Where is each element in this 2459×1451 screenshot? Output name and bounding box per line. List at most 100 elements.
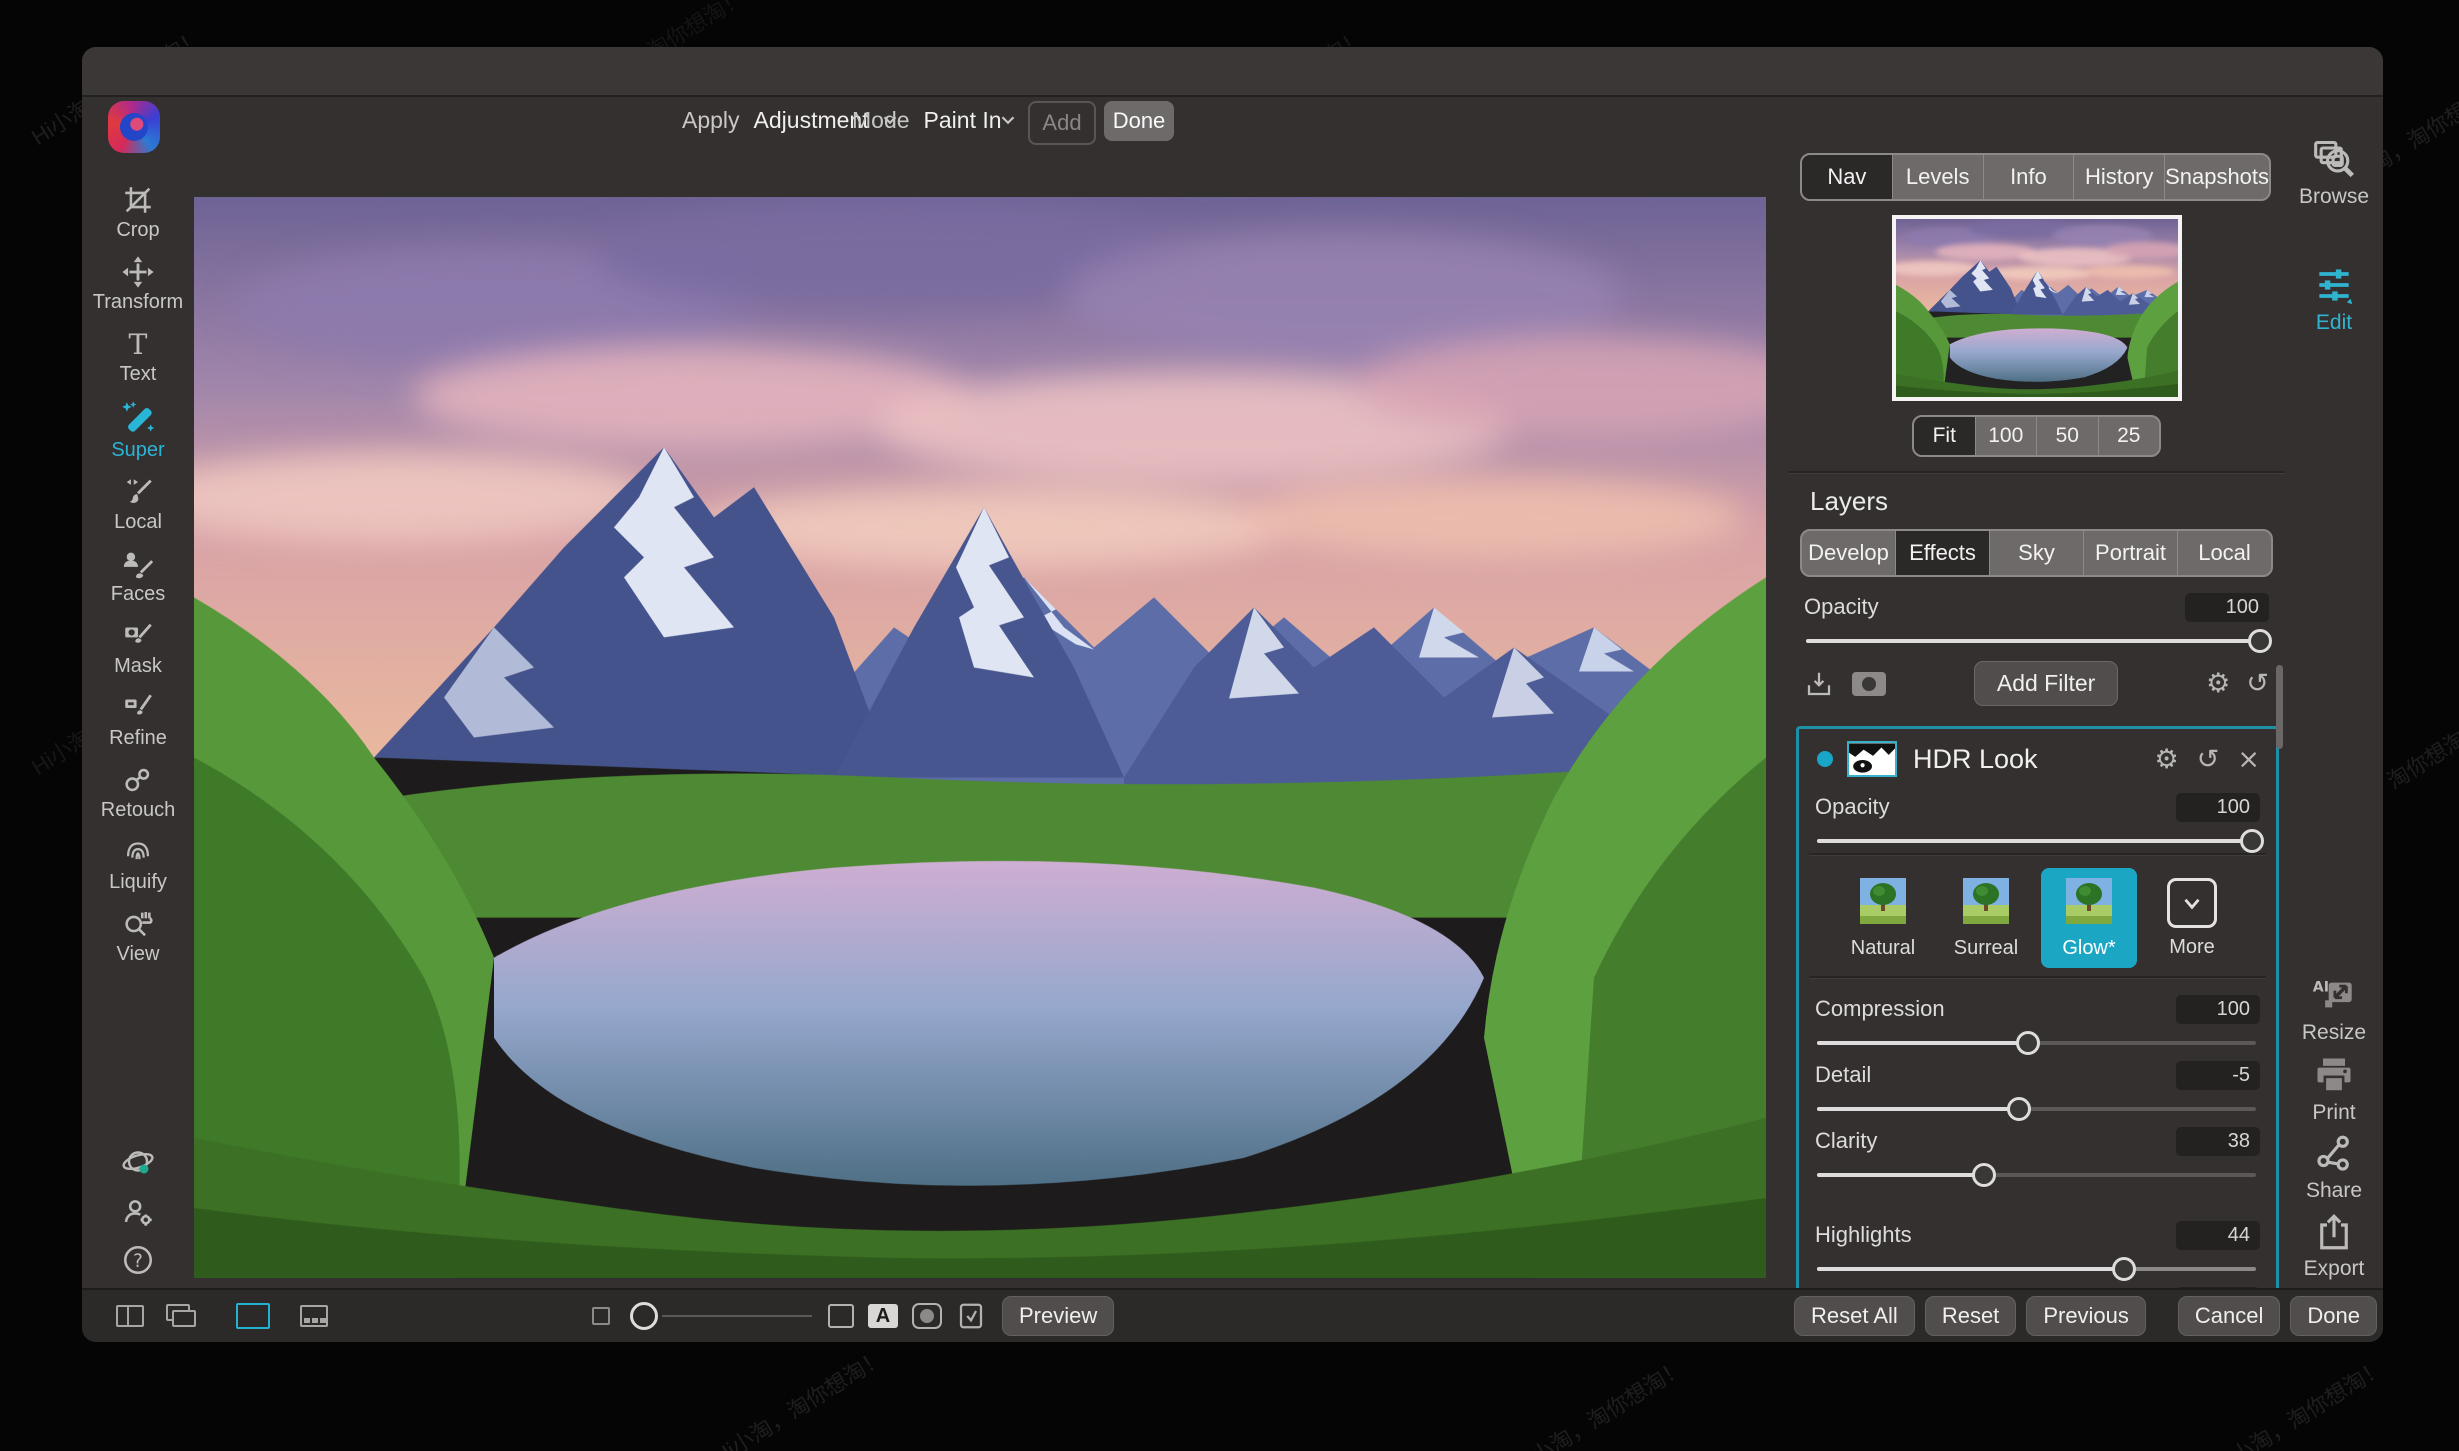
resize-button[interactable]: AI Resize	[2285, 973, 2383, 1045]
panel-scrollbar[interactable]	[2276, 665, 2283, 749]
tool-mask[interactable]: Mask	[82, 619, 194, 678]
tool-transform[interactable]: Transform	[82, 255, 194, 314]
tab-history[interactable]: History	[2074, 155, 2166, 199]
slider-knob[interactable]	[2248, 629, 2273, 653]
reset-button[interactable]: Reset	[1924, 1296, 2017, 1336]
dual-display-icon[interactable]	[166, 1304, 196, 1328]
mode-chevron-down-icon[interactable]	[997, 109, 1019, 131]
slider-track[interactable]	[1817, 1257, 2256, 1281]
slider-track[interactable]	[1817, 1031, 2256, 1055]
tab-local[interactable]: Local	[2178, 531, 2271, 575]
tab-effects[interactable]: Effects	[1896, 531, 1990, 575]
slider-knob[interactable]	[2006, 1097, 2031, 1121]
tool-text[interactable]: T Text	[82, 327, 194, 386]
module-tabs: Develop Effects Sky Portrait Local	[1800, 529, 2273, 577]
hdr-reset-icon[interactable]: ↺	[2197, 746, 2220, 773]
print-button[interactable]: Print	[2285, 1053, 2383, 1125]
text-icon: T	[129, 328, 148, 361]
account-settings-button[interactable]	[82, 1195, 194, 1234]
tab-snapshots[interactable]: Snapshots	[2165, 155, 2269, 199]
preset-more[interactable]: More	[2144, 868, 2240, 968]
mask-preview-icon[interactable]	[1852, 671, 1886, 696]
zoom-25[interactable]: 25	[2099, 417, 2160, 455]
tool-retouch[interactable]: Retouch	[82, 763, 194, 822]
add-filter-button[interactable]: Add Filter	[1973, 661, 2119, 706]
tool-faces[interactable]: Faces	[82, 547, 194, 606]
edit-mode-button[interactable]: Edit	[2285, 263, 2383, 335]
slider-knob[interactable]	[2239, 829, 2264, 853]
soft-proof-checkbox[interactable]	[592, 1307, 610, 1325]
opacity-value[interactable]: 100	[2185, 592, 2269, 622]
show-mask-icon[interactable]	[912, 1303, 942, 1329]
slider-track[interactable]	[1817, 829, 2264, 853]
preset-natural[interactable]: Natural	[1835, 868, 1931, 968]
effects-reset-icon[interactable]: ↺	[2246, 670, 2269, 697]
layers-opacity-slider: Opacity 100	[1788, 591, 2285, 653]
import-preset-icon[interactable]	[1804, 669, 1834, 699]
slider-track[interactable]	[1806, 629, 2273, 653]
slider-value[interactable]: 100	[2176, 994, 2260, 1024]
slider-track[interactable]	[1817, 1163, 2256, 1187]
detail-view-icon[interactable]	[236, 1303, 270, 1329]
slider-knob[interactable]	[2015, 1031, 2040, 1055]
previous-button[interactable]: Previous	[2026, 1296, 2146, 1336]
slider-label: Highlights	[1815, 1222, 1912, 1247]
done-button-top[interactable]: Done	[1104, 101, 1174, 141]
tool-local[interactable]: Local	[82, 475, 194, 534]
preset-glow[interactable]: Glow*	[2041, 868, 2137, 968]
slider-label: Detail	[1815, 1062, 1872, 1087]
preset-surreal[interactable]: Surreal	[1938, 868, 2034, 968]
nav-thumbnail[interactable]	[1891, 215, 2182, 401]
zoom-50[interactable]: 50	[2037, 417, 2099, 455]
preview-zoom-track[interactable]	[662, 1315, 812, 1317]
tab-nav[interactable]: Nav	[1802, 155, 1893, 199]
tool-super[interactable]: Super	[82, 399, 194, 462]
show-original-icon[interactable]: A	[868, 1304, 898, 1328]
reset-all-button[interactable]: Reset All	[1794, 1296, 1915, 1336]
preview-zoom-knob[interactable]	[630, 1302, 658, 1330]
add-button[interactable]: Add	[1028, 101, 1096, 145]
tab-info[interactable]: Info	[1984, 155, 2075, 199]
slider-value[interactable]: 44	[2176, 1220, 2260, 1250]
zoom-fit[interactable]: Fit	[1914, 417, 1976, 455]
share-button[interactable]: Share	[2285, 1133, 2383, 1203]
single-view-icon[interactable]	[116, 1305, 144, 1327]
tool-refine[interactable]: Refine	[82, 691, 194, 750]
cancel-button[interactable]: Cancel	[2177, 1296, 2281, 1336]
export-button[interactable]: Export	[2285, 1211, 2383, 1281]
effects-gear-icon[interactable]: ⚙	[2206, 670, 2230, 697]
tab-sky[interactable]: Sky	[1990, 531, 2084, 575]
soft-proof-doc-icon[interactable]	[956, 1301, 986, 1331]
tab-develop[interactable]: Develop	[1802, 531, 1896, 575]
hdr-close-icon[interactable]: ×	[2237, 746, 2260, 773]
export-icon	[2320, 1214, 2348, 1250]
app-window: Apply Adjustment Mode Paint In Add Done …	[82, 47, 2383, 1342]
photo-canvas[interactable]	[194, 197, 1766, 1278]
hdr-look-header[interactable]: HDR Look ⚙ ↺ ×	[1809, 733, 2266, 785]
help-button[interactable]: ?	[82, 1243, 194, 1282]
compare-view-icon[interactable]	[828, 1304, 854, 1328]
hdr-gear-icon[interactable]: ⚙	[2155, 746, 2179, 773]
window-titlebar[interactable]	[82, 47, 2383, 97]
browse-mode-button[interactable]: Browse	[2285, 137, 2383, 209]
slider-knob[interactable]	[2112, 1257, 2137, 1281]
slider-value[interactable]: 38	[2176, 1126, 2260, 1156]
filter-enabled-dot[interactable]	[1817, 751, 1833, 767]
opacity-value[interactable]: 100	[2176, 792, 2260, 822]
user-gear-icon	[124, 1200, 152, 1226]
slider-track[interactable]	[1817, 1097, 2256, 1121]
preview-button[interactable]: Preview	[1002, 1296, 1115, 1336]
slider-knob[interactable]	[1971, 1163, 1996, 1187]
done-button[interactable]: Done	[2290, 1296, 2377, 1336]
mode-dropdown[interactable]: Mode Paint In	[852, 97, 1002, 143]
sync-status-button[interactable]	[82, 1145, 194, 1186]
detail-slider: Detail -5	[1809, 1059, 2266, 1121]
tab-portrait[interactable]: Portrait	[2084, 531, 2178, 575]
filmstrip-view-icon[interactable]	[300, 1305, 328, 1327]
slider-value[interactable]: -5	[2176, 1060, 2260, 1090]
zoom-100[interactable]: 100	[1976, 417, 2037, 455]
tab-levels[interactable]: Levels	[1893, 155, 1984, 199]
tool-crop[interactable]: Crop	[82, 183, 194, 242]
tool-liquify[interactable]: Liquify	[82, 835, 194, 894]
tool-view[interactable]: View	[82, 907, 194, 966]
